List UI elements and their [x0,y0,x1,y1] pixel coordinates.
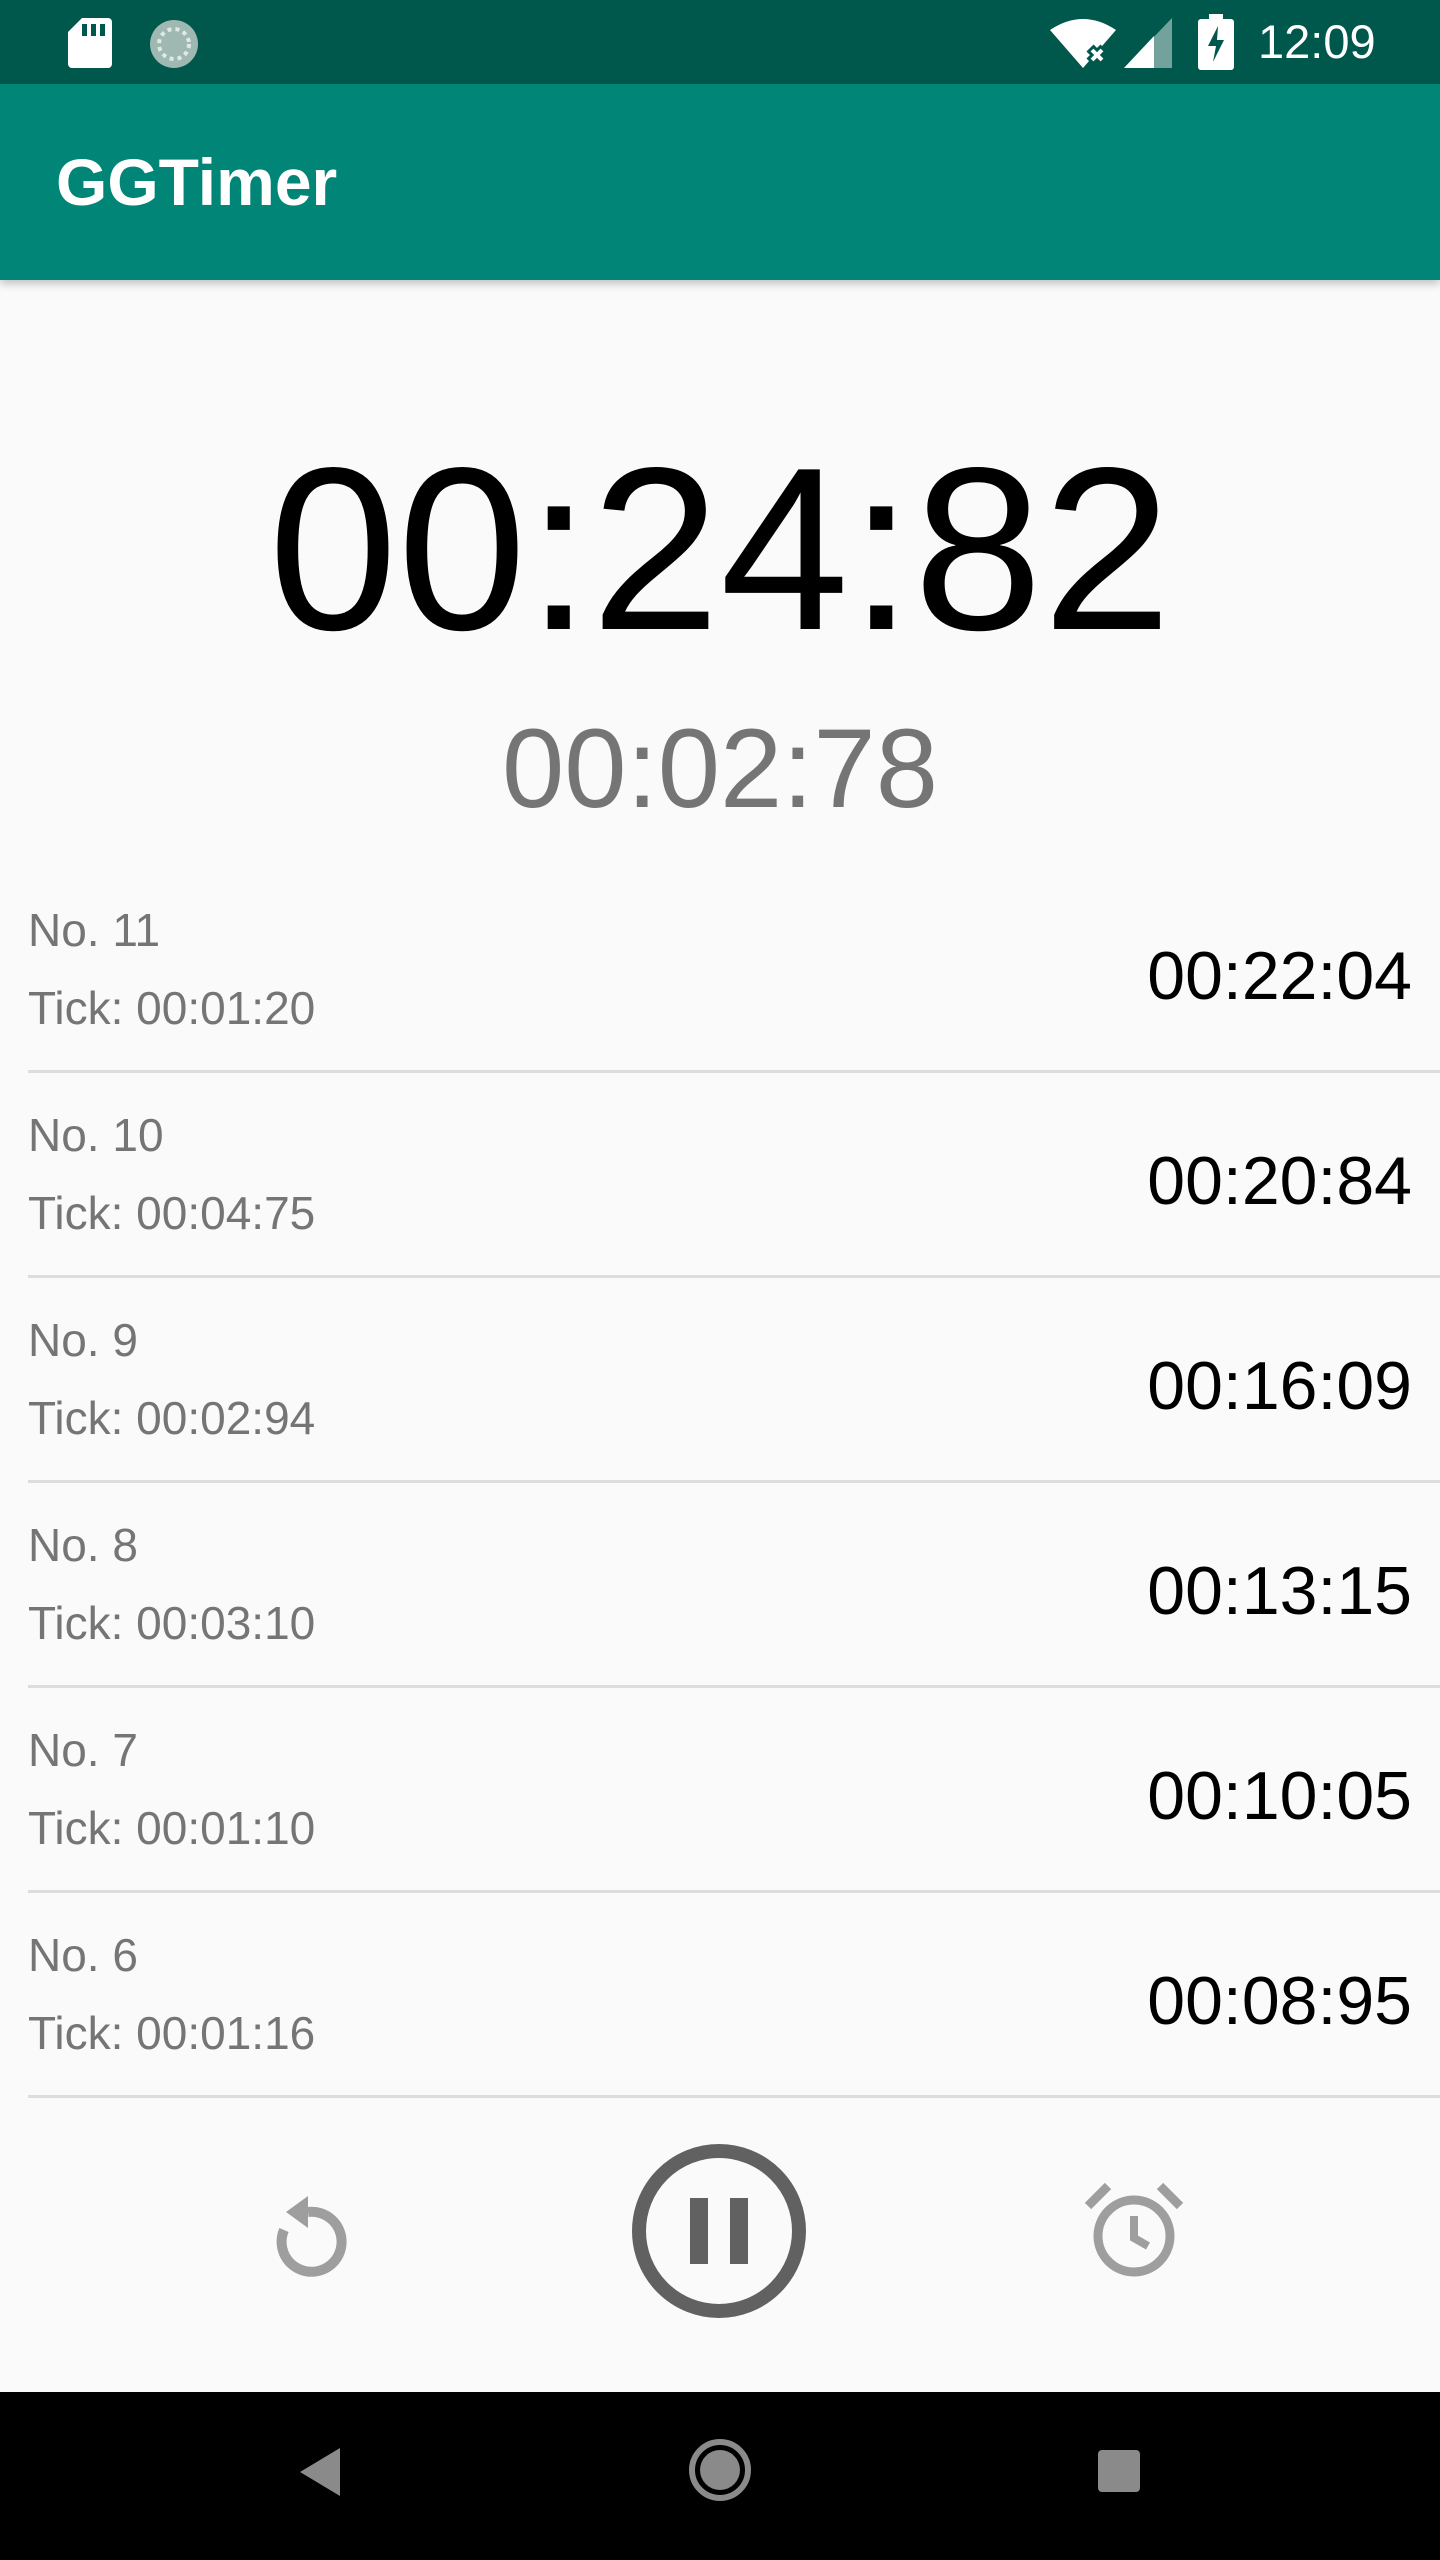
lap-number: No. 11 [28,904,161,956]
status-bar: 12:09 [0,0,1440,84]
reset-button[interactable] [262,2194,354,2286]
lap-tick: Tick: 00:01:20 [28,982,316,1034]
lap-row[interactable]: No. 8 Tick: 00:03:10 00:13:15 [28,1483,1440,1688]
lap-row[interactable]: No. 6 Tick: 00:01:16 00:08:95 [28,1893,1440,2098]
alarm-button[interactable] [1084,2180,1184,2280]
current-lap-time-display: 00:02:78 [502,706,938,831]
total-time-display: 00:24:82 [268,420,1172,679]
lap-number: No. 8 [28,1519,138,1571]
cell-signal-icon [1124,18,1172,68]
recents-icon[interactable] [1096,2448,1142,2494]
lap-number: No. 10 [28,1109,164,1161]
battery-charging-icon [1198,14,1234,70]
lap-number: No. 6 [28,1929,138,1981]
back-icon[interactable] [296,2444,346,2500]
lap-number: No. 7 [28,1724,138,1776]
lap-total-time: 00:08:95 [1147,1963,1412,2039]
app-bar: GGTimer [0,84,1440,280]
lap-row[interactable]: No. 9 Tick: 00:02:94 00:16:09 [28,1278,1440,1483]
lap-row[interactable]: No. 10 Tick: 00:04:75 00:20:84 [28,1073,1440,1278]
lap-row[interactable]: No. 7 Tick: 00:01:10 00:10:05 [28,1688,1440,1893]
pause-button[interactable] [630,2142,808,2320]
sync-icon [150,20,198,68]
lap-total-time: 00:13:15 [1147,1553,1412,1629]
lap-total-time: 00:16:09 [1147,1348,1412,1424]
navigation-bar [0,2392,1440,2560]
pause-icon [632,2144,806,2318]
lap-total-time: 00:22:04 [1147,938,1412,1014]
alarm-icon [1084,2182,1184,2277]
lap-tick: Tick: 00:03:10 [28,1597,316,1649]
sd-card-icon [68,18,112,68]
wifi-off-icon [1050,19,1116,68]
lap-list: No. 11 Tick: 00:01:20 00:22:04 No. 10 Ti… [28,868,1440,2098]
lap-tick: Tick: 00:01:16 [28,2007,316,2059]
screen: 12:09 GGTimer 00:24:82 00:02:78 No. 11 T… [0,0,1440,2560]
status-time: 12:09 [1258,15,1376,68]
lap-tick: Tick: 00:02:94 [28,1392,316,1444]
reset-icon [276,2196,347,2277]
lap-number: No. 9 [28,1314,138,1366]
lap-total-time: 00:10:05 [1147,1758,1412,1834]
lap-total-time: 00:20:84 [1147,1143,1412,1219]
app-title: GGTimer [56,145,338,219]
lap-tick: Tick: 00:01:10 [28,1802,316,1854]
home-icon[interactable] [686,2436,754,2504]
lap-tick: Tick: 00:04:75 [28,1187,316,1239]
timer-controls [0,2120,1440,2340]
lap-row[interactable]: No. 11 Tick: 00:01:20 00:22:04 [28,868,1440,1073]
